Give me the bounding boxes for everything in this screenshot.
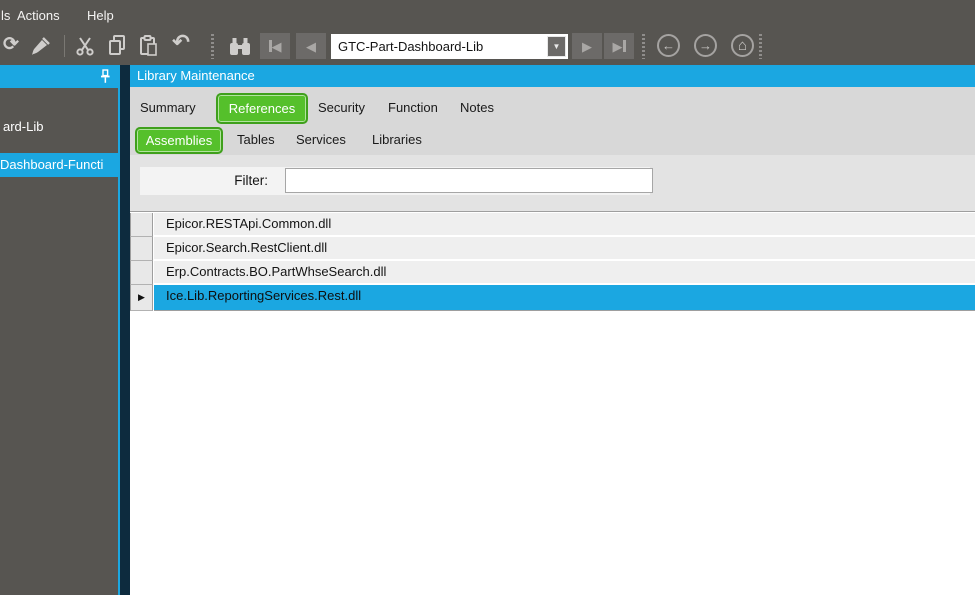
next-record-button[interactable]: ▶	[572, 33, 602, 59]
table-row[interactable]: Epicor.RESTApi.Common.dll	[130, 213, 975, 237]
subtab-services[interactable]: Services	[296, 125, 346, 155]
assembly-name-cell[interactable]: Erp.Contracts.BO.PartWhseSearch.dll	[154, 261, 975, 285]
tab-notes[interactable]: Notes	[460, 87, 494, 125]
first-record-button[interactable]: ◀	[260, 33, 290, 59]
forward-button[interactable]: →	[694, 34, 717, 57]
row-header[interactable]	[130, 237, 153, 261]
pin-icon[interactable]	[99, 69, 111, 89]
home-icon: ⌂	[737, 37, 748, 54]
subtab-libraries[interactable]: Libraries	[372, 125, 422, 155]
paste-icon[interactable]	[138, 34, 158, 62]
library-maintenance-panel: Library Maintenance Summary References S…	[130, 65, 975, 595]
row-header[interactable]: ▶	[130, 285, 153, 311]
filter-strip: Filter:	[140, 167, 653, 195]
tab-references-selected[interactable]: References	[216, 93, 308, 124]
menu-item-tools-truncated[interactable]: ls	[1, 7, 10, 25]
menu-item-help[interactable]: Help	[87, 7, 114, 25]
assembly-name-cell[interactable]: Ice.Lib.ReportingServices.Rest.dll	[154, 285, 975, 311]
filter-input[interactable]	[285, 168, 653, 193]
last-record-bar	[622, 40, 626, 52]
assemblies-grid: Epicor.RESTApi.Common.dll Epicor.Search.…	[130, 211, 975, 337]
page-title: Library Maintenance	[130, 65, 975, 87]
table-row[interactable]: Epicor.Search.RestClient.dll	[130, 237, 975, 261]
forward-arrow-icon: →	[699, 38, 712, 53]
undo-icon[interactable]: ↶	[169, 31, 193, 55]
sidebar-item-function-selected[interactable]: Dashboard-Functi	[0, 153, 118, 177]
next-record-icon: ▶	[582, 38, 592, 54]
menu-item-actions[interactable]: Actions	[17, 7, 60, 25]
selected-row-indicator-icon: ▶	[138, 292, 145, 302]
record-selector-value: GTC-Part-Dashboard-Lib	[338, 39, 484, 54]
navigation-sidebar: ard-Lib Dashboard-Functi	[0, 65, 118, 595]
copy-icon[interactable]	[107, 34, 127, 62]
assembly-name-cell[interactable]: Epicor.RESTApi.Common.dll	[154, 213, 975, 237]
refresh-icon[interactable]: ⟳	[0, 33, 23, 57]
filter-label: Filter:	[234, 173, 268, 188]
cut-icon[interactable]	[74, 35, 96, 62]
first-record-icon: ◀	[271, 38, 282, 54]
tab-security[interactable]: Security	[318, 87, 365, 125]
clear-brush-icon[interactable]	[30, 35, 52, 62]
toolbar-separator	[642, 34, 645, 59]
sidebar-item-library[interactable]: ard-Lib	[0, 117, 118, 137]
toolbar-separator	[64, 35, 65, 57]
row-header[interactable]	[130, 261, 153, 285]
search-binoculars-icon[interactable]	[228, 37, 252, 61]
record-selector-combobox[interactable]: GTC-Part-Dashboard-Lib ▼	[331, 34, 568, 59]
previous-record-icon: ◀	[306, 38, 316, 54]
last-record-button[interactable]: ▶	[604, 33, 634, 59]
window-chrome: ls Actions Help ⟳ ↶ ◀ ◀ GTC-Part-Dashboa…	[0, 0, 975, 65]
back-arrow-icon: ←	[662, 38, 675, 53]
table-row[interactable]: Erp.Contracts.BO.PartWhseSearch.dll	[130, 261, 975, 285]
assembly-name-cell[interactable]: Epicor.Search.RestClient.dll	[154, 237, 975, 261]
subtab-strip: Assemblies Tables Services Libraries	[130, 125, 975, 155]
last-record-icon: ▶	[612, 38, 623, 54]
home-button[interactable]: ⌂	[731, 34, 754, 57]
table-row-selected[interactable]: ▶ Ice.Lib.ReportingServices.Rest.dll	[130, 285, 975, 311]
tab-function[interactable]: Function	[388, 87, 438, 125]
tab-summary[interactable]: Summary	[140, 87, 196, 125]
previous-record-button[interactable]: ◀	[296, 33, 326, 59]
filter-area: Filter:	[130, 155, 975, 211]
toolbar-separator	[211, 34, 214, 59]
row-header[interactable]	[130, 213, 153, 237]
subtab-assemblies-selected[interactable]: Assemblies	[135, 127, 223, 154]
toolbar-separator	[759, 34, 762, 59]
panel-splitter[interactable]	[118, 65, 130, 595]
subtab-tables[interactable]: Tables	[237, 125, 275, 155]
sidebar-header	[0, 65, 118, 88]
chevron-down-icon[interactable]: ▼	[547, 36, 566, 57]
back-button[interactable]: ←	[657, 34, 680, 57]
tab-strip: Summary References Security Function Not…	[130, 87, 975, 125]
